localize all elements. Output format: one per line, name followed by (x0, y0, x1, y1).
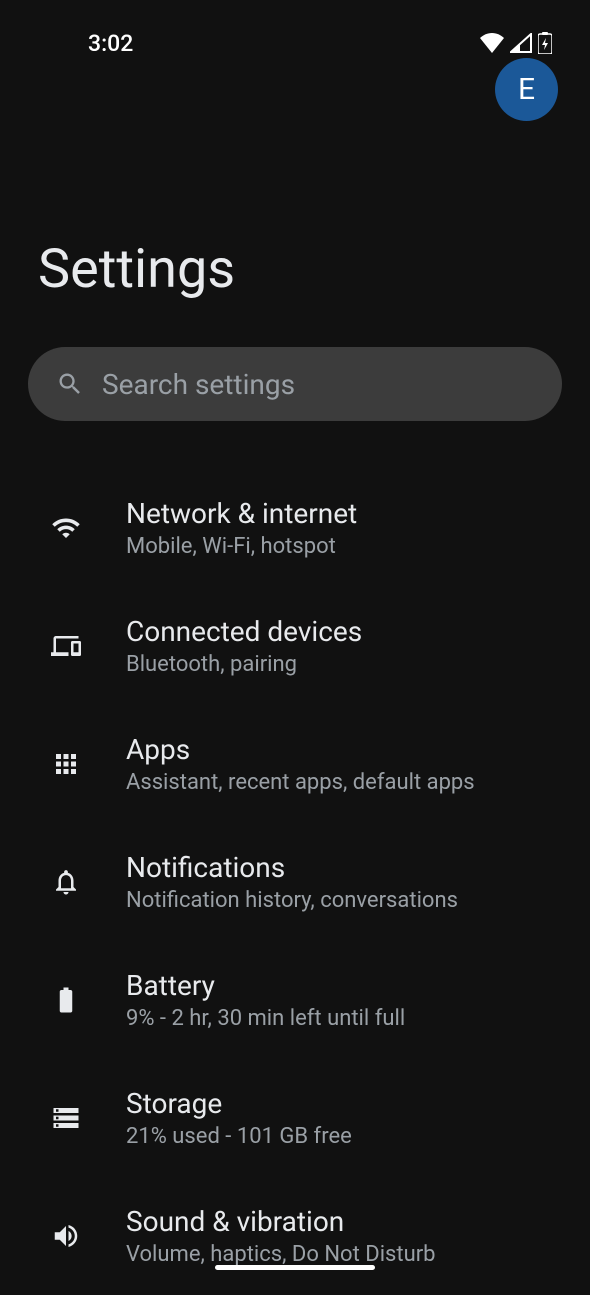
item-title: Storage (126, 1087, 352, 1120)
item-title: Network & internet (126, 497, 357, 530)
bell-icon (44, 860, 88, 904)
item-subtitle: 21% used - 101 GB free (126, 1124, 352, 1149)
settings-item-network[interactable]: Network & internet Mobile, Wi-Fi, hotspo… (30, 469, 560, 587)
settings-item-notifications[interactable]: Notifications Notification history, conv… (30, 823, 560, 941)
item-title: Battery (126, 969, 405, 1002)
search-placeholder: Search settings (102, 368, 295, 401)
settings-item-sound[interactable]: Sound & vibration Volume, haptics, Do No… (30, 1177, 560, 1295)
item-subtitle: 9% - 2 hr, 30 min left until full (126, 1006, 405, 1031)
status-bar: 3:02 (0, 0, 590, 58)
item-subtitle: Bluetooth, pairing (126, 652, 362, 677)
search-icon (56, 370, 84, 398)
avatar-letter: E (518, 72, 535, 107)
item-subtitle: Mobile, Wi-Fi, hotspot (126, 534, 357, 559)
item-text: Apps Assistant, recent apps, default app… (126, 733, 475, 795)
item-text: Network & internet Mobile, Wi-Fi, hotspo… (126, 497, 357, 559)
item-text: Notifications Notification history, conv… (126, 851, 458, 913)
status-icons (480, 32, 552, 54)
volume-icon (44, 1214, 88, 1258)
item-text: Connected devices Bluetooth, pairing (126, 615, 362, 677)
item-text: Battery 9% - 2 hr, 30 min left until ful… (126, 969, 405, 1031)
signal-icon (510, 33, 532, 53)
storage-icon (44, 1096, 88, 1140)
page-title: Settings (30, 238, 560, 301)
wifi-icon (44, 506, 88, 550)
devices-icon (44, 624, 88, 668)
wifi-icon (480, 33, 504, 53)
settings-item-storage[interactable]: Storage 21% used - 101 GB free (30, 1059, 560, 1177)
nav-bar-handle[interactable] (215, 1265, 375, 1270)
item-subtitle: Assistant, recent apps, default apps (126, 770, 475, 795)
apps-icon (44, 742, 88, 786)
settings-item-battery[interactable]: Battery 9% - 2 hr, 30 min left until ful… (30, 941, 560, 1059)
settings-item-apps[interactable]: Apps Assistant, recent apps, default app… (30, 705, 560, 823)
search-bar[interactable]: Search settings (28, 347, 562, 421)
item-title: Connected devices (126, 615, 362, 648)
avatar[interactable]: E (495, 58, 558, 121)
item-title: Apps (126, 733, 475, 766)
item-text: Storage 21% used - 101 GB free (126, 1087, 352, 1149)
settings-list: Network & internet Mobile, Wi-Fi, hotspo… (0, 469, 590, 1295)
battery-icon (538, 32, 552, 54)
item-subtitle: Volume, haptics, Do Not Disturb (126, 1242, 436, 1267)
battery-icon (44, 978, 88, 1022)
item-title: Notifications (126, 851, 458, 884)
settings-item-devices[interactable]: Connected devices Bluetooth, pairing (30, 587, 560, 705)
item-subtitle: Notification history, conversations (126, 888, 458, 913)
status-time: 3:02 (88, 30, 133, 57)
item-title: Sound & vibration (126, 1205, 436, 1238)
item-text: Sound & vibration Volume, haptics, Do No… (126, 1205, 436, 1267)
header-area: E Settings (0, 58, 590, 301)
